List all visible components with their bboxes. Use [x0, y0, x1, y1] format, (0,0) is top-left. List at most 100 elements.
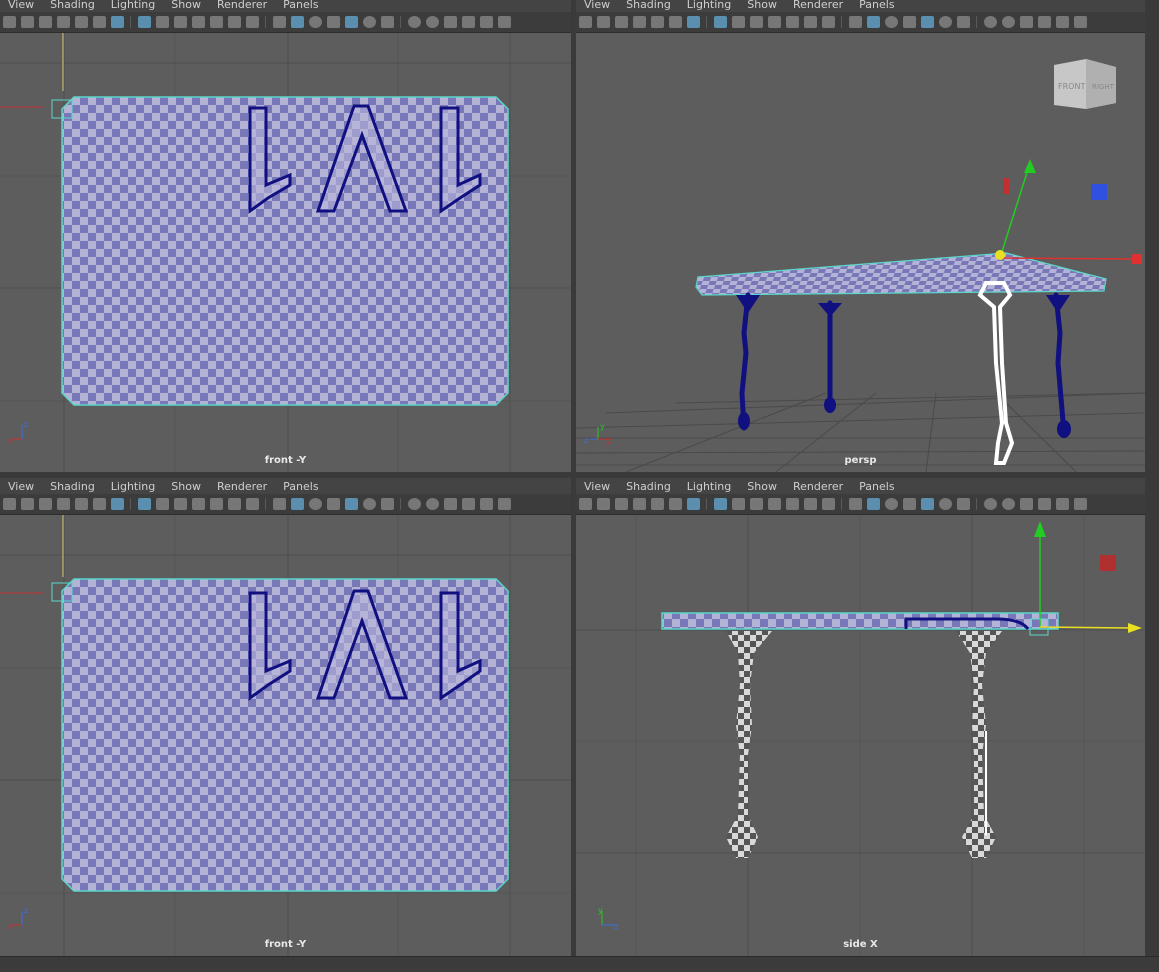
camera-attr-icon[interactable]	[615, 498, 628, 510]
use-all-lights-icon[interactable]	[363, 498, 376, 510]
isolate-select-icon[interactable]	[1056, 16, 1069, 28]
wireframe-icon[interactable]	[849, 16, 862, 28]
grid-icon[interactable]	[714, 16, 727, 28]
menu-shading[interactable]: Shading	[618, 0, 679, 11]
menu-show[interactable]: Show	[163, 480, 209, 493]
camera-icon[interactable]	[3, 498, 16, 510]
viewport-side[interactable]: y z side X	[576, 515, 1145, 956]
camera-attr-icon[interactable]	[39, 498, 52, 510]
depth-of-field-icon[interactable]	[1038, 16, 1051, 28]
manip-z-plane[interactable]	[1091, 184, 1107, 200]
menu-shading[interactable]: Shading	[618, 480, 679, 493]
gate-mask-icon[interactable]	[192, 498, 205, 510]
wireframe-on-shaded-icon[interactable]	[327, 16, 340, 28]
camera-lock-icon[interactable]	[21, 16, 34, 28]
image-plane-icon[interactable]	[651, 498, 664, 510]
film-gate-icon[interactable]	[156, 16, 169, 28]
viewport-front[interactable]: z x front -Y	[0, 33, 571, 472]
manip-y-axis[interactable]	[999, 162, 1031, 259]
camera-icon[interactable]	[579, 16, 592, 28]
smooth-shade-icon[interactable]	[867, 498, 880, 510]
grease-pencil-icon[interactable]	[687, 498, 700, 510]
film-gate-icon[interactable]	[732, 498, 745, 510]
menu-lighting[interactable]: Lighting	[679, 480, 739, 493]
manip-center[interactable]	[995, 250, 1005, 260]
camera-icon[interactable]	[3, 16, 16, 28]
wireframe-icon[interactable]	[273, 16, 286, 28]
textured-icon[interactable]	[345, 16, 358, 28]
textured-icon[interactable]	[921, 16, 934, 28]
shadows-icon[interactable]	[381, 498, 394, 510]
screen-space-ao-icon[interactable]	[984, 16, 997, 28]
bookmark-icon[interactable]	[57, 498, 70, 510]
motion-blur-icon[interactable]	[1002, 16, 1015, 28]
field-chart-icon[interactable]	[210, 498, 223, 510]
motion-blur-icon[interactable]	[426, 16, 439, 28]
safe-action-icon[interactable]	[804, 16, 817, 28]
bookmark-icon[interactable]	[633, 498, 646, 510]
xray-icon[interactable]	[498, 498, 511, 510]
default-lighting-icon[interactable]	[309, 16, 322, 28]
textured-icon[interactable]	[921, 498, 934, 510]
film-gate-icon[interactable]	[156, 498, 169, 510]
grease-pencil-icon[interactable]	[687, 16, 700, 28]
safe-title-icon[interactable]	[822, 498, 835, 510]
motion-blur-icon[interactable]	[1002, 498, 1015, 510]
menu-view[interactable]: View	[576, 0, 618, 11]
wireframe-on-shaded-icon[interactable]	[327, 498, 340, 510]
safe-action-icon[interactable]	[228, 16, 241, 28]
gate-mask-icon[interactable]	[768, 16, 781, 28]
default-lighting-icon[interactable]	[885, 498, 898, 510]
resolution-gate-icon[interactable]	[174, 498, 187, 510]
viewport-panel-bottom-right[interactable]: View Shading Lighting Show Renderer Pane…	[576, 478, 1145, 956]
2d-pan-icon[interactable]	[93, 16, 106, 28]
camera-attr-icon[interactable]	[39, 16, 52, 28]
viewport-panel-top-right[interactable]: View Shading Lighting Show Renderer Pane…	[576, 0, 1145, 472]
smooth-shade-icon[interactable]	[291, 498, 304, 510]
isolate-select-icon[interactable]	[480, 498, 493, 510]
camera-lock-icon[interactable]	[21, 498, 34, 510]
shadows-icon[interactable]	[957, 498, 970, 510]
field-chart-icon[interactable]	[210, 16, 223, 28]
2d-pan-icon[interactable]	[669, 16, 682, 28]
menu-renderer[interactable]: Renderer	[785, 0, 851, 11]
wireframe-on-shaded-icon[interactable]	[903, 16, 916, 28]
wireframe-icon[interactable]	[849, 498, 862, 510]
view-cube[interactable]: FRONT RIGHT	[1054, 59, 1116, 109]
2d-pan-icon[interactable]	[93, 498, 106, 510]
safe-action-icon[interactable]	[228, 498, 241, 510]
anti-alias-icon[interactable]	[444, 16, 457, 28]
menu-view[interactable]: View	[576, 480, 618, 493]
screen-space-ao-icon[interactable]	[408, 498, 421, 510]
menu-renderer[interactable]: Renderer	[209, 480, 275, 493]
manip-z-axis[interactable]	[1039, 626, 1132, 629]
film-gate-icon[interactable]	[732, 16, 745, 28]
textured-icon[interactable]	[345, 498, 358, 510]
smooth-shade-icon[interactable]	[867, 16, 880, 28]
grease-pencil-icon[interactable]	[111, 498, 124, 510]
smooth-shade-icon[interactable]	[291, 16, 304, 28]
field-chart-icon[interactable]	[786, 498, 799, 510]
viewport-panel-top-left[interactable]: View Shading Lighting Show Renderer Pane…	[0, 0, 571, 472]
camera-lock-icon[interactable]	[597, 498, 610, 510]
manip-x-plane[interactable]	[1003, 178, 1009, 194]
menu-panels[interactable]: Panels	[275, 480, 326, 493]
shadows-icon[interactable]	[381, 16, 394, 28]
bookmark-icon[interactable]	[633, 16, 646, 28]
grid-icon[interactable]	[714, 498, 727, 510]
grid-icon[interactable]	[138, 16, 151, 28]
menu-view[interactable]: View	[0, 480, 42, 493]
menu-lighting[interactable]: Lighting	[103, 480, 163, 493]
default-lighting-icon[interactable]	[885, 16, 898, 28]
panel-splitter-horizontal[interactable]	[0, 472, 1159, 478]
isolate-select-icon[interactable]	[1056, 498, 1069, 510]
camera-lock-icon[interactable]	[597, 16, 610, 28]
table-legs-side[interactable]	[726, 631, 1002, 858]
image-plane-icon[interactable]	[75, 16, 88, 28]
screen-space-ao-icon[interactable]	[408, 16, 421, 28]
menu-show[interactable]: Show	[739, 480, 785, 493]
safe-title-icon[interactable]	[822, 16, 835, 28]
camera-attr-icon[interactable]	[615, 16, 628, 28]
depth-of-field-icon[interactable]	[462, 16, 475, 28]
shadows-icon[interactable]	[957, 16, 970, 28]
